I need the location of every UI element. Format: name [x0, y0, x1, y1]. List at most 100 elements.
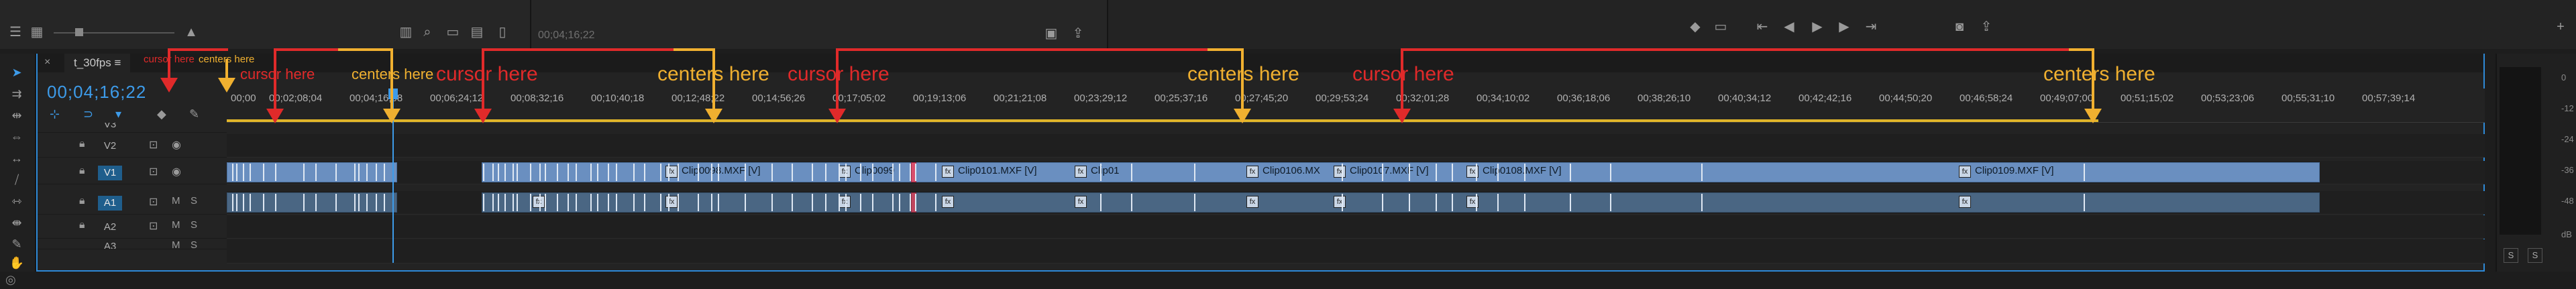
wrench-icon[interactable]: ✎: [189, 107, 199, 121]
fx-badge-icon: fx: [1334, 196, 1346, 208]
lock-icon[interactable]: 🔒︎: [79, 165, 85, 177]
tick-label: 00;29;53;24: [1316, 93, 1369, 104]
annotation-arrow: [383, 109, 400, 123]
icon-view-icon[interactable]: ▦: [27, 24, 47, 40]
lock-icon[interactable]: 🔒︎: [79, 138, 85, 150]
audio-meter-bar: [2500, 67, 2541, 235]
edit-point: [1497, 194, 1499, 211]
eye-icon[interactable]: ◉: [172, 165, 181, 178]
rolling-edit-tool-icon[interactable]: ⇔: [7, 129, 27, 145]
annotation-cursor-label: cursor here: [436, 63, 538, 85]
marker-settings-icon[interactable]: ◆: [157, 107, 166, 121]
sync-lock-icon[interactable]: ⊡: [149, 195, 158, 209]
audio-clip[interactable]: [482, 192, 2320, 213]
razor-tool-icon[interactable]: ⧸: [7, 172, 27, 188]
slide-tool-icon[interactable]: ⇼: [7, 215, 27, 231]
work-area-bar[interactable]: [227, 119, 2098, 122]
top-panels: ☰ ▦ ▲ ▥ ⌕ ▭ ▤ ▯ 00;04;16;22 ▣ ⇪ ◆ ▭ ⇤ ◀ …: [0, 0, 2576, 49]
zoom-slider-handle[interactable]: [75, 28, 83, 36]
close-tab-icon[interactable]: ×: [44, 56, 50, 68]
export-frame-icon[interactable]: ▣: [1041, 25, 1061, 42]
annotation-line: [1208, 48, 1244, 51]
settings-icon[interactable]: ◎: [5, 273, 16, 287]
track-label-a3[interactable]: A3: [98, 239, 122, 249]
add-marker-icon[interactable]: ▾: [115, 107, 121, 121]
pen-tool-icon[interactable]: ✎: [7, 236, 27, 252]
audio-clip[interactable]: [227, 192, 397, 213]
edit-point: [1194, 164, 1195, 181]
slip-tool-icon[interactable]: ⇿: [7, 193, 27, 209]
track-header-v1: 🔒︎ V1 ⊡ ◉: [38, 161, 227, 184]
safe-margins-icon[interactable]: ▭: [1711, 19, 1731, 35]
solo-left-button[interactable]: S: [2504, 248, 2518, 263]
track-lane-a2[interactable]: [227, 215, 2485, 239]
edit-point: [860, 194, 861, 211]
sequence-timecode[interactable]: 00;04;16;22: [47, 82, 146, 103]
rate-stretch-tool-icon[interactable]: ↔: [7, 150, 27, 166]
track-label-v1[interactable]: V1: [98, 166, 122, 180]
track-lane-a3[interactable]: [227, 239, 2485, 264]
edit-point: [303, 164, 305, 181]
edit-point: [892, 164, 894, 181]
new-item-icon[interactable]: ▤: [467, 24, 487, 40]
edit-point: [1452, 194, 1453, 211]
go-to-out-icon[interactable]: ⇥: [1861, 19, 1881, 35]
hand-tool-icon[interactable]: ✋: [7, 255, 27, 271]
camera-icon[interactable]: ◙: [1949, 19, 1970, 35]
video-clip[interactable]: [227, 162, 397, 182]
edit-point: [250, 194, 251, 211]
solo-toggle[interactable]: S: [191, 239, 197, 249]
trash-icon[interactable]: ▯: [492, 24, 513, 40]
solo-toggle[interactable]: S: [191, 195, 197, 207]
play-icon[interactable]: ▶: [1807, 19, 1827, 35]
mute-toggle[interactable]: M: [172, 195, 180, 207]
mute-toggle[interactable]: M: [172, 219, 180, 231]
tab-menu-icon[interactable]: ≡: [115, 56, 121, 69]
new-bin-icon[interactable]: ▭: [443, 24, 463, 40]
automate-icon[interactable]: ▥: [396, 24, 416, 40]
sync-lock-icon[interactable]: ⊡: [149, 138, 158, 152]
lock-icon[interactable]: 🔒︎: [79, 195, 85, 207]
find-icon[interactable]: ⌕: [417, 24, 437, 40]
zoom-slider[interactable]: [54, 32, 174, 34]
track-label-v2[interactable]: V2: [98, 139, 122, 154]
export-icon[interactable]: ⇪: [1976, 19, 1996, 35]
tab-sequence[interactable]: t_30fps ≡: [64, 54, 131, 72]
time-ruler[interactable]: 00;00 00;02;08;04 00;04;16;08 00;06;24;1…: [227, 89, 2485, 123]
share-icon[interactable]: ⇪: [1068, 25, 1088, 42]
edit-point: [303, 194, 305, 211]
track-label-a1[interactable]: A1: [98, 196, 122, 211]
mute-toggle[interactable]: M: [172, 239, 180, 249]
edit-point: [678, 194, 679, 211]
edit-point: [236, 164, 237, 181]
annotation-line: [1241, 48, 1244, 109]
solo-toggle[interactable]: S: [191, 219, 197, 231]
edit-point: [678, 164, 679, 181]
track-label-v3[interactable]: V3: [98, 123, 122, 132]
go-to-in-icon[interactable]: ⇤: [1752, 19, 1772, 35]
sync-lock-icon[interactable]: ⊡: [149, 165, 158, 178]
track-lane-v1[interactable]: fx Clip0098.MXF [V] fx Clip0099 fx Clip0…: [227, 161, 2485, 184]
sync-lock-icon[interactable]: ⊡: [149, 219, 158, 233]
solo-right-button[interactable]: S: [2528, 248, 2542, 263]
snap-icon[interactable]: ⊹: [50, 107, 60, 121]
edit-point: [608, 164, 609, 181]
list-view-icon[interactable]: ☰: [5, 24, 25, 40]
track-lane-a1[interactable]: fx fx fx fx fx fx fx fx fx: [227, 191, 2485, 215]
marker-icon[interactable]: ◆: [1685, 19, 1705, 35]
selection-tool-icon[interactable]: ➤: [7, 64, 27, 80]
track-select-tool-icon[interactable]: ⇉: [7, 86, 27, 102]
tick-label: 00;02;08;04: [269, 93, 323, 104]
linked-selection-icon[interactable]: ⊃: [83, 107, 93, 121]
track-label-a2[interactable]: A2: [98, 220, 122, 235]
status-bar: ◎: [0, 272, 2576, 289]
step-back-icon[interactable]: ◀: [1779, 19, 1799, 35]
step-forward-icon[interactable]: ▶: [1834, 19, 1854, 35]
annotation-arrow: [1234, 109, 1251, 123]
sort-icon[interactable]: ▲: [181, 24, 201, 40]
eye-icon[interactable]: ◉: [172, 138, 181, 152]
add-button-icon[interactable]: +: [2551, 19, 2571, 35]
track-lane-v2[interactable]: [227, 134, 2485, 158]
ripple-edit-tool-icon[interactable]: ⇹: [7, 107, 27, 123]
lock-icon[interactable]: 🔒︎: [79, 219, 85, 231]
